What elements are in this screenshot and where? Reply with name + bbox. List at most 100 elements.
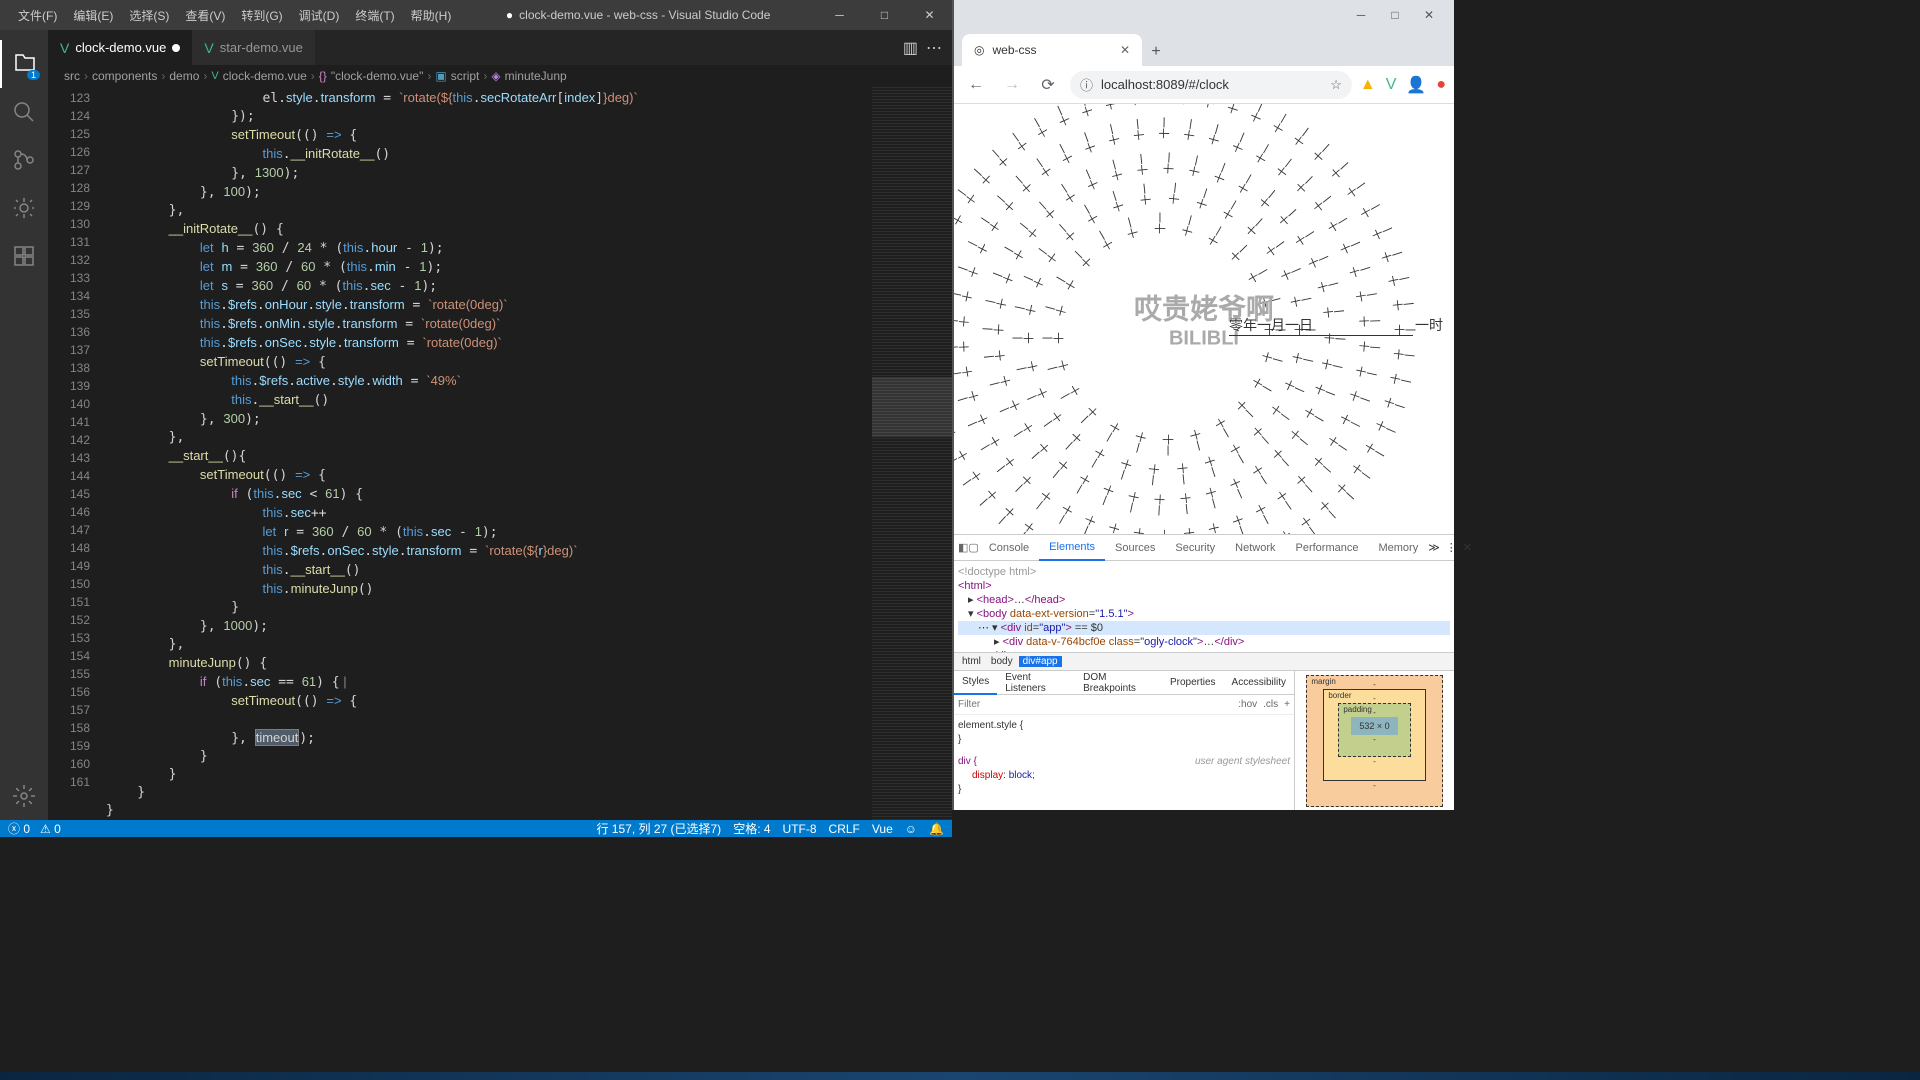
styles-rules[interactable]: element.style { } user agent stylesheetd… [954, 715, 1294, 810]
menu-selection[interactable]: 选择(S) [121, 7, 177, 24]
search-icon[interactable] [0, 88, 48, 136]
browser-close-button[interactable]: ✕ [1414, 5, 1444, 25]
debug-icon[interactable] [0, 184, 48, 232]
svg-text:十一: 十一 [1057, 381, 1083, 404]
address-bar[interactable]: ⓘ localhost:8089/#/clock ☆ [1070, 71, 1352, 99]
modified-indicator-icon [172, 44, 180, 52]
devtools-tab-elements[interactable]: Elements [1039, 535, 1105, 561]
eol-status[interactable]: CRLF [829, 822, 860, 836]
explorer-icon[interactable]: 1 [0, 40, 48, 88]
indentation-status[interactable]: 空格: 4 [733, 820, 770, 837]
menu-debug[interactable]: 调试(D) [291, 7, 348, 24]
svg-text:十一: 十一 [1013, 299, 1037, 317]
devtools-close-icon[interactable]: ✕ [1463, 541, 1472, 554]
menu-terminal[interactable]: 终端(T) [347, 7, 402, 24]
dom-breakpoints-tab[interactable]: DOM Breakpoints [1075, 671, 1162, 695]
inspect-icon[interactable]: ◧ [958, 535, 968, 561]
svg-text:十一: 十一 [993, 503, 1018, 529]
breadcrumb[interactable]: src› components› demo› Vclock-demo.vue› … [48, 65, 952, 87]
styles-tab[interactable]: Styles [954, 671, 997, 695]
language-status[interactable]: Vue [872, 822, 893, 836]
accessibility-tab[interactable]: Accessibility [1224, 671, 1294, 695]
reload-button[interactable]: ⟳ [1034, 71, 1062, 99]
svg-text:十一: 十一 [954, 205, 966, 228]
extension-icon[interactable]: ▲ [1360, 76, 1376, 94]
recording-icon[interactable]: ● [1436, 76, 1446, 94]
feedback-icon[interactable]: ☺ [905, 822, 917, 836]
source-control-icon[interactable] [0, 136, 48, 184]
close-button[interactable]: ✕ [907, 0, 952, 30]
devtools-settings-icon[interactable]: ⋮ [1446, 541, 1457, 554]
devtools-more-icon[interactable]: ≫ [1428, 541, 1440, 554]
info-icon[interactable]: ⓘ [1080, 75, 1093, 94]
profile-icon[interactable]: 👤 [1406, 75, 1426, 95]
svg-text:十一: 十一 [1028, 114, 1051, 140]
maximize-button[interactable]: □ [862, 0, 907, 30]
menu-file[interactable]: 文件(F) [10, 7, 65, 24]
devtools-tab-performance[interactable]: Performance [1285, 535, 1368, 561]
tab-clock-demo[interactable]: V clock-demo.vue [48, 30, 192, 65]
hov-button[interactable]: :hov [1238, 699, 1257, 710]
titlebar: 文件(F) 编辑(E) 选择(S) 查看(V) 转到(G) 调试(D) 终端(T… [0, 0, 952, 30]
browser-tab[interactable]: ◎ web-css ✕ [962, 34, 1142, 66]
code-content[interactable]: el.style.transform = `rotate(${this.secR… [106, 87, 872, 820]
notifications-icon[interactable]: 🔔 [929, 822, 944, 836]
menu-help[interactable]: 帮助(H) [403, 7, 460, 24]
menu-edit[interactable]: 编辑(E) [65, 7, 121, 24]
errors-status[interactable]: ⓧ 0 [8, 820, 30, 837]
box-model[interactable]: margin - border - padding - 532 × 0 - - … [1294, 671, 1454, 810]
vue-devtools-icon[interactable]: V [1386, 76, 1397, 94]
svg-text:十一: 十一 [1387, 271, 1411, 289]
properties-tab[interactable]: Properties [1162, 671, 1224, 695]
minimize-button[interactable]: ─ [817, 0, 862, 30]
warnings-status[interactable]: ⚠ 0 [40, 822, 61, 836]
styles-filter-input[interactable] [958, 699, 1238, 710]
devtools: ◧ ▢ Console Elements Sources Security Ne… [954, 534, 1454, 810]
window-title: ●clock-demo.vue - web-css - Visual Studi… [459, 8, 817, 22]
cursor-position[interactable]: 行 157, 列 27 (已选择7) [596, 820, 721, 837]
svg-text:十一: 十一 [1010, 471, 1035, 497]
dom-breadcrumb[interactable]: html body div#app [954, 652, 1454, 670]
split-editor-icon[interactable]: ▥ [903, 38, 918, 58]
browser-minimize-button[interactable]: ─ [1346, 5, 1376, 25]
devtools-tab-network[interactable]: Network [1225, 535, 1285, 561]
windows-taskbar[interactable] [0, 1072, 1920, 1080]
svg-text:十一: 十一 [987, 145, 1012, 171]
more-actions-icon[interactable]: ⋯ [926, 38, 942, 58]
devtools-tab-sources[interactable]: Sources [1105, 535, 1165, 561]
browser-tab-close-icon[interactable]: ✕ [1120, 43, 1130, 57]
svg-text:十一: 十一 [1211, 160, 1232, 186]
encoding-status[interactable]: UTF-8 [783, 822, 817, 836]
svg-text:十一: 十一 [1078, 201, 1101, 227]
svg-text:十一: 十一 [1348, 460, 1374, 484]
svg-text:十一: 十一 [1056, 180, 1080, 206]
back-button[interactable]: ← [962, 71, 990, 99]
minimap[interactable] [872, 87, 952, 820]
bookmark-star-icon[interactable]: ☆ [1330, 77, 1342, 93]
cls-button[interactable]: .cls [1263, 699, 1278, 710]
devtools-tab-console[interactable]: Console [979, 535, 1039, 561]
menu-view[interactable]: 查看(V) [177, 7, 233, 24]
add-rule-button[interactable]: + [1284, 699, 1290, 710]
svg-text:十一: 十一 [1325, 212, 1351, 235]
device-toggle-icon[interactable]: ▢ [968, 535, 978, 561]
svg-text:十一: 十一 [1293, 171, 1318, 197]
tab-star-demo[interactable]: V star-demo.vue [192, 30, 314, 65]
settings-icon[interactable] [0, 772, 48, 820]
svg-text:十一: 十一 [1229, 513, 1250, 534]
browser-maximize-button[interactable]: □ [1380, 5, 1410, 25]
event-listeners-tab[interactable]: Event Listeners [997, 671, 1075, 695]
svg-text:十一: 十一 [1015, 358, 1039, 376]
code-editor[interactable]: 1231241251261271281291301311321331341351… [48, 87, 952, 820]
devtools-tab-security[interactable]: Security [1165, 535, 1225, 561]
devtools-tab-memory[interactable]: Memory [1368, 535, 1428, 561]
svg-text:十一: 十一 [997, 396, 1023, 418]
dom-tree[interactable]: <!doctype html> <html> ▸ <head>…</head> … [954, 561, 1454, 652]
forward-button[interactable]: → [998, 71, 1026, 99]
extensions-icon[interactable] [0, 232, 48, 280]
tab-label: star-demo.vue [220, 40, 303, 55]
menu-go[interactable]: 转到(G) [233, 7, 290, 24]
svg-text:十一: 十一 [1249, 423, 1274, 449]
svg-text:十一: 十一 [1077, 513, 1098, 534]
new-tab-button[interactable]: + [1142, 38, 1170, 66]
